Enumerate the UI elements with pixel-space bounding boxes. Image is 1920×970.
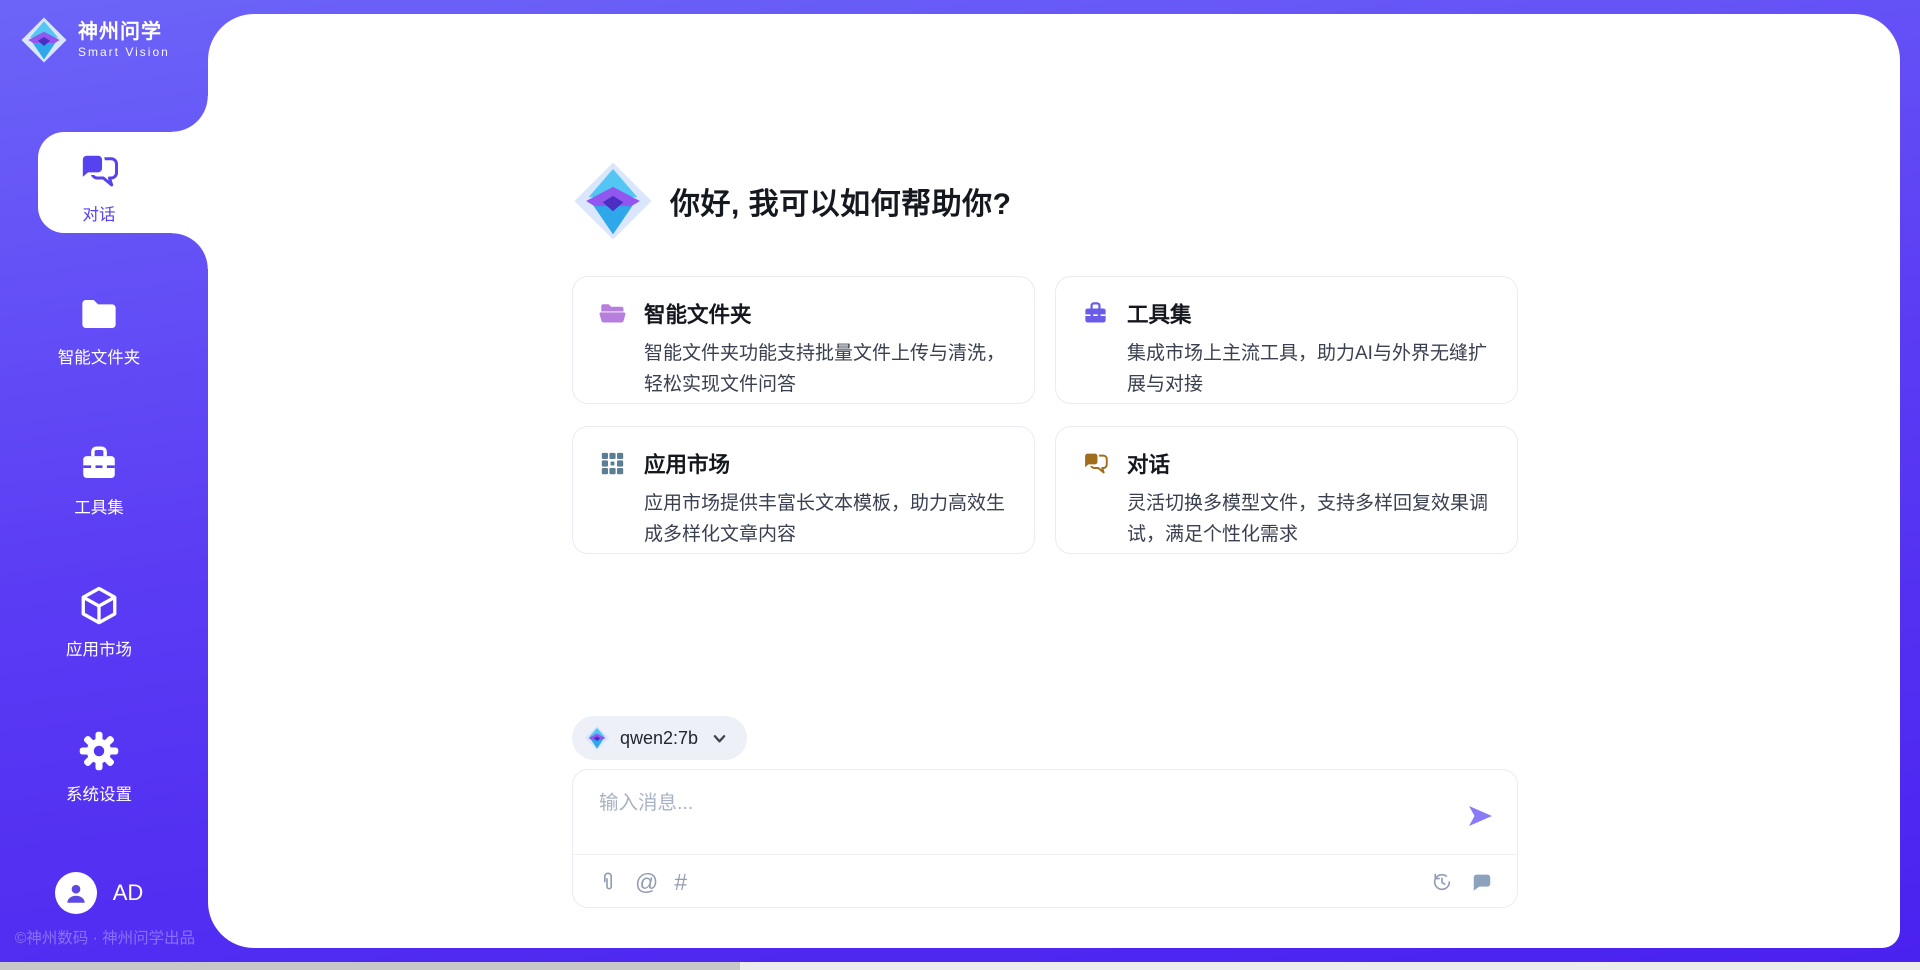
card-header: 应用市场 — [599, 448, 1012, 479]
sidebar-item-label: 应用市场 — [66, 636, 132, 660]
card-app-market[interactable]: 应用市场 应用市场提供丰富长文本模板，助力高效生成多样化文章内容 — [572, 426, 1035, 554]
hashtag-icon[interactable]: # — [674, 871, 687, 894]
brand-diamond-logo-icon — [20, 16, 68, 64]
feature-cards: 智能文件夹 智能文件夹功能支持批量文件上传与清洗，轻松实现文件问答 工具集 集成… — [572, 276, 1518, 554]
brand: 神州问学 Smart Vision — [20, 16, 170, 64]
sidebar-item-toolset[interactable]: 工具集 — [0, 443, 198, 518]
card-header: 工具集 — [1082, 298, 1495, 329]
gear-icon — [78, 730, 120, 772]
sidebar-item-label: 智能文件夹 — [58, 344, 141, 368]
composer-actions — [1431, 871, 1493, 893]
history-icon[interactable] — [1431, 871, 1453, 893]
toolbox-icon — [1082, 300, 1109, 327]
mention-icon[interactable]: @ — [635, 871, 658, 894]
card-title: 应用市场 — [644, 448, 730, 479]
message-input[interactable] — [597, 784, 1441, 846]
composer-toolbar: @ # — [597, 866, 1493, 898]
grid-icon — [599, 450, 626, 477]
person-icon — [63, 880, 89, 906]
avatar — [55, 872, 97, 914]
message-composer: @ # — [572, 769, 1518, 908]
sidebar-footer: ©神州数码 · 神州问学出品 — [0, 926, 210, 948]
user-account[interactable]: AD — [0, 872, 198, 914]
sidebar-item-chat[interactable]: 对话 — [0, 150, 198, 225]
card-title: 智能文件夹 — [644, 298, 752, 329]
card-toolset[interactable]: 工具集 集成市场上主流工具，助力AI与外界无缝扩展与对接 — [1055, 276, 1518, 404]
brand-subtitle: Smart Vision — [78, 45, 170, 59]
chat-bubbles-icon — [1082, 450, 1109, 477]
scrollbar-thumb[interactable] — [0, 962, 740, 970]
model-diamond-logo-icon — [584, 725, 610, 751]
model-selector[interactable]: qwen2:7b — [572, 716, 747, 760]
toolbox-icon — [78, 443, 120, 485]
sidebar-item-label: 对话 — [83, 201, 116, 225]
sidebar-item-settings[interactable]: 系统设置 — [0, 730, 198, 805]
greeting-title: 你好, 我可以如何帮助你? — [670, 179, 1012, 223]
brand-text: 神州问学 Smart Vision — [78, 21, 170, 59]
card-description: 智能文件夹功能支持批量文件上传与清洗，轻松实现文件问答 — [644, 338, 1012, 400]
sidebar-item-smart-folder[interactable]: 智能文件夹 — [0, 293, 198, 368]
model-name: qwen2:7b — [620, 728, 698, 749]
card-description: 灵活切换多模型文件，支持多样回复效果调试，满足个性化需求 — [1127, 488, 1495, 550]
cube-icon — [78, 585, 120, 627]
send-icon — [1466, 802, 1494, 830]
greeting: 你好, 我可以如何帮助你? — [572, 160, 1012, 242]
brand-name: 神州问学 — [78, 21, 170, 43]
folder-icon — [78, 293, 120, 335]
composer-divider — [573, 854, 1517, 855]
main-panel: 你好, 我可以如何帮助你? 智能文件夹 智能文件夹功能支持批量文件上传与清洗，轻… — [208, 14, 1900, 948]
chevron-down-icon — [712, 731, 727, 746]
card-header: 智能文件夹 — [599, 298, 1012, 329]
attachment-icon[interactable] — [597, 871, 619, 893]
sidebar-item-app-market[interactable]: 应用市场 — [0, 585, 198, 660]
card-chat[interactable]: 对话 灵活切换多模型文件，支持多样回复效果调试，满足个性化需求 — [1055, 426, 1518, 554]
send-button[interactable] — [1465, 802, 1495, 832]
chat-bubble-icon[interactable] — [1471, 871, 1493, 893]
sidebar-item-label: 工具集 — [74, 494, 124, 518]
card-title: 对话 — [1127, 448, 1170, 479]
card-smart-folder[interactable]: 智能文件夹 智能文件夹功能支持批量文件上传与清洗，轻松实现文件问答 — [572, 276, 1035, 404]
sidebar-item-label: 系统设置 — [66, 781, 132, 805]
card-description: 集成市场上主流工具，助力AI与外界无缝扩展与对接 — [1127, 338, 1495, 400]
card-title: 工具集 — [1127, 298, 1192, 329]
card-header: 对话 — [1082, 448, 1495, 479]
folder-open-icon — [599, 300, 626, 327]
user-name: AD — [113, 880, 144, 906]
card-description: 应用市场提供丰富长文本模板，助力高效生成多样化文章内容 — [644, 488, 1012, 550]
horizontal-scrollbar[interactable] — [0, 962, 1920, 970]
chat-bubbles-icon — [78, 150, 120, 192]
greeting-diamond-logo-icon — [572, 160, 654, 242]
